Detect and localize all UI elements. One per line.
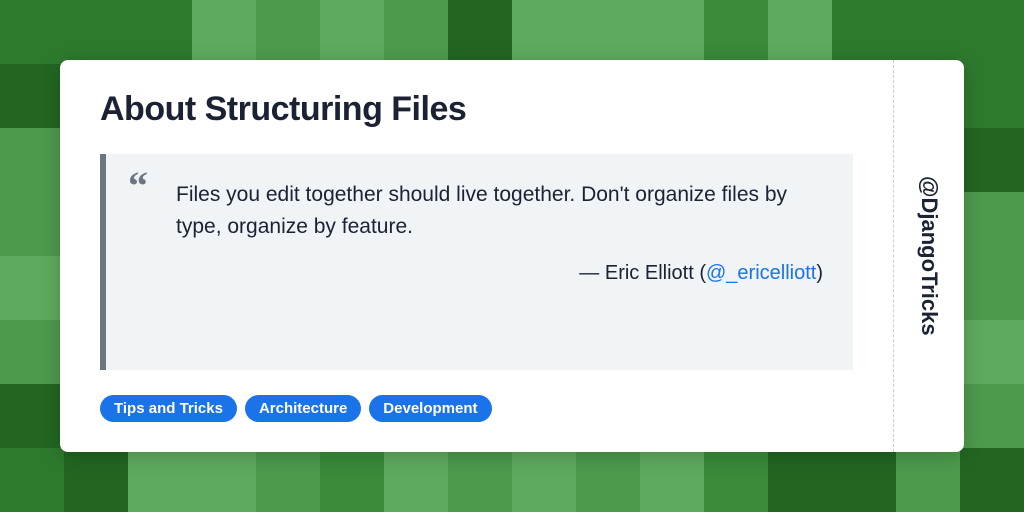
- tag-pill[interactable]: Architecture: [245, 395, 361, 422]
- tag-pill[interactable]: Development: [369, 395, 491, 422]
- tag-pill[interactable]: Tips and Tricks: [100, 395, 237, 422]
- site-handle[interactable]: @DjangoTricks: [916, 176, 942, 336]
- author-suffix: ): [816, 262, 823, 284]
- main-content: About Structuring Files “ Files you edit…: [60, 60, 894, 452]
- quote-attribution: — Eric Elliott (@_ericelliott): [136, 262, 823, 285]
- quote-block: “ Files you edit together should live to…: [100, 154, 853, 370]
- content-card: About Structuring Files “ Files you edit…: [60, 60, 964, 452]
- page-title: About Structuring Files: [100, 90, 853, 129]
- quote-mark-icon: “: [128, 176, 148, 196]
- tag-list: Tips and Tricks Architecture Development: [100, 395, 853, 422]
- quote-text: Files you edit together should live toge…: [176, 179, 823, 242]
- author-prefix: — Eric Elliott (: [579, 262, 706, 284]
- author-twitter-link[interactable]: @_ericelliott: [706, 262, 816, 284]
- sidebar: @DjangoTricks: [894, 60, 964, 452]
